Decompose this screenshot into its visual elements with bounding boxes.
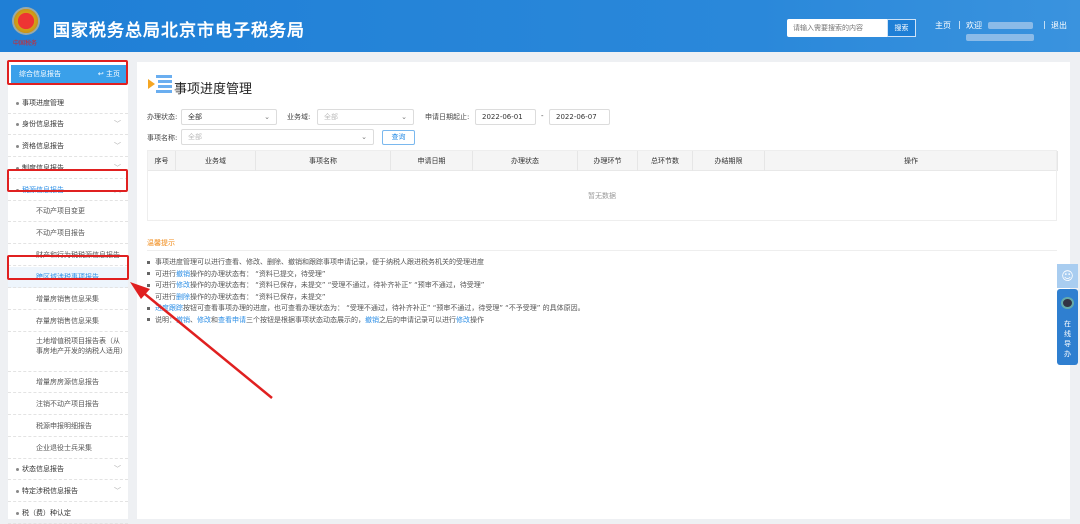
online-guide-button[interactable]: 在线导办 [1057, 289, 1078, 365]
annotation-arrow [130, 282, 273, 399]
user-service-icon[interactable]: ☺ [1057, 264, 1078, 288]
online-guide-widget[interactable]: ☺ 在线导办 [1057, 264, 1078, 365]
agent-avatar-icon [1061, 297, 1074, 309]
online-guide-label: 在线导办 [1064, 320, 1071, 358]
